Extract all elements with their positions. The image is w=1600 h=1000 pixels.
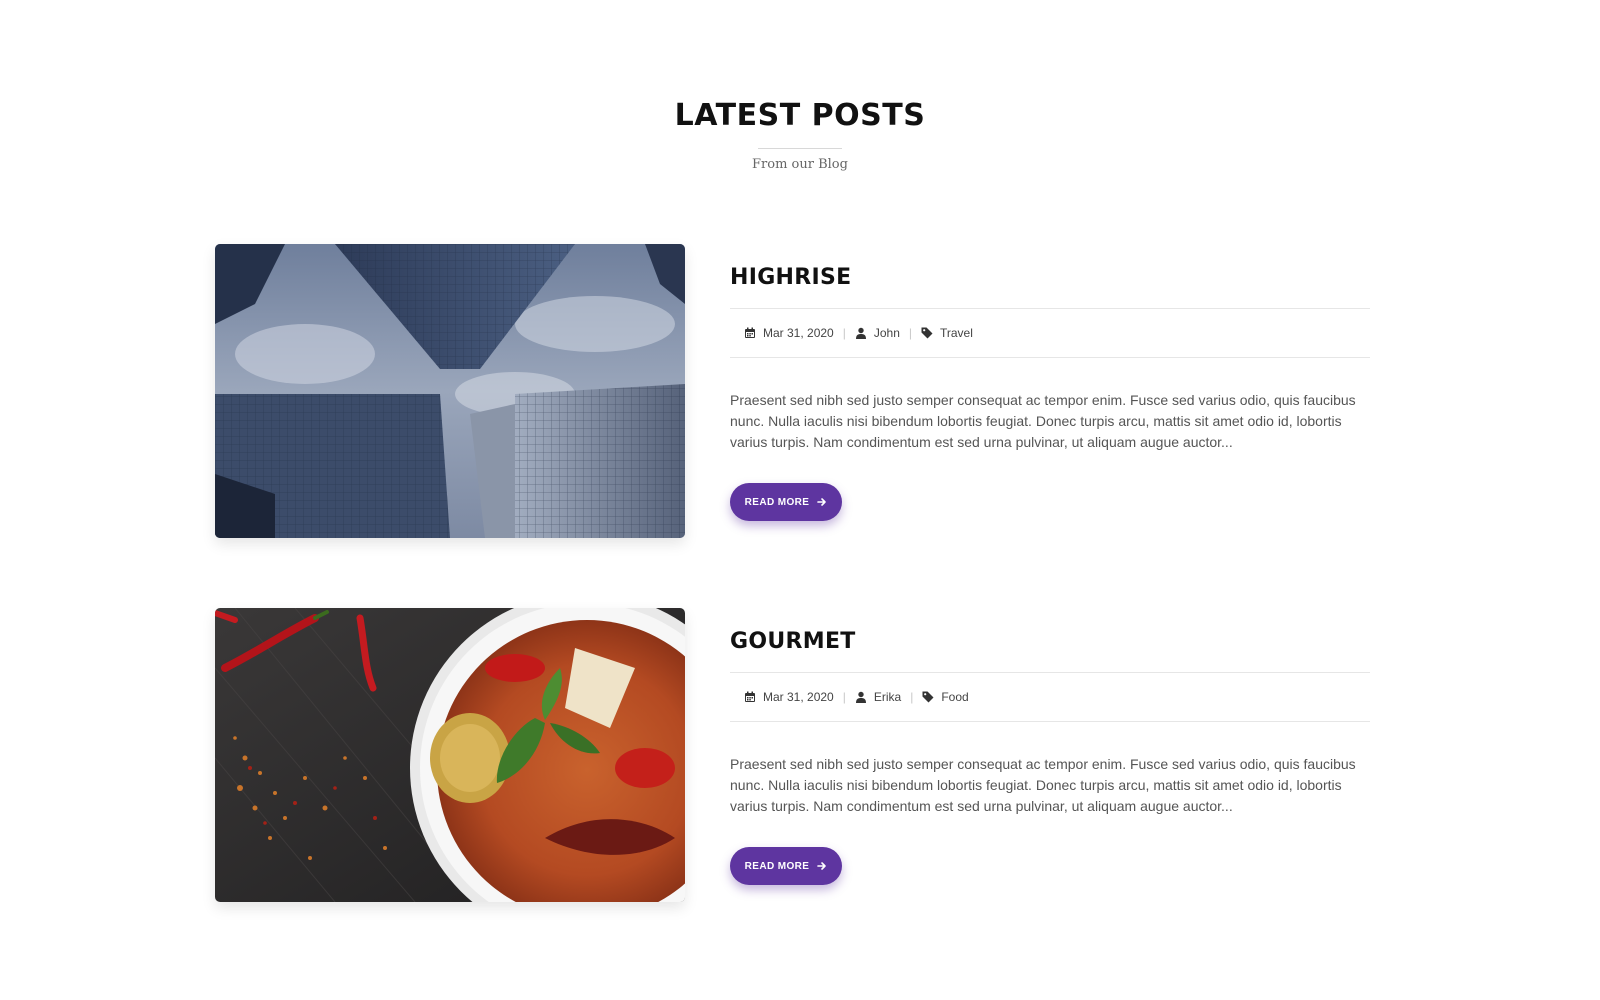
post-title[interactable]: GOURMET — [730, 628, 1370, 656]
post-category-text: Travel — [940, 326, 973, 340]
section-header: LATEST POSTS From our Blog — [0, 96, 1600, 172]
read-more-label: READ MORE — [744, 496, 810, 508]
post-excerpt: Praesent sed nibh sed justo semper conse… — [730, 392, 1356, 450]
read-more-label: READ MORE — [744, 860, 810, 872]
tag-icon — [921, 327, 933, 339]
post-body: HIGHRISE Mar 31, 2020 | John | Travel Pr… — [730, 244, 1370, 521]
read-more-button[interactable]: READ MORE — [730, 847, 842, 885]
skyscrapers-photo — [215, 244, 685, 538]
post-date-text: Mar 31, 2020 — [763, 326, 834, 340]
post-author-text: John — [873, 326, 900, 340]
user-icon — [855, 327, 867, 339]
post-author[interactable]: John — [855, 326, 900, 340]
post-date: Mar 31, 2020 — [744, 690, 834, 704]
post-category[interactable]: Travel — [921, 326, 973, 340]
post-image-gourmet[interactable] — [215, 608, 685, 902]
arrow-right-icon — [817, 497, 827, 507]
post-author-text: Erika — [873, 690, 902, 704]
post-card: GOURMET Mar 31, 2020 | Erika | Food Prae… — [215, 608, 1370, 902]
blog-section: LATEST POSTS From our Blog HIGHRISE Mar … — [0, 0, 1600, 1000]
post-date: Mar 31, 2020 — [744, 326, 834, 340]
post-excerpt: Praesent sed nibh sed justo semper conse… — [730, 756, 1356, 814]
post-category[interactable]: Food — [922, 690, 969, 704]
post-meta: Mar 31, 2020 | Erika | Food — [730, 672, 1370, 722]
meta-separator: | — [908, 326, 912, 340]
post-title[interactable]: HIGHRISE — [730, 264, 1370, 292]
meta-separator: | — [842, 690, 846, 704]
read-more-button[interactable]: READ MORE — [730, 483, 842, 521]
post-date-text: Mar 31, 2020 — [763, 690, 834, 704]
title-divider — [758, 148, 842, 149]
calendar-icon — [744, 327, 756, 339]
section-subtitle: From our Blog — [752, 157, 848, 172]
curry-bowl-photo — [215, 608, 685, 902]
post-meta: Mar 31, 2020 | John | Travel — [730, 308, 1370, 358]
post-author[interactable]: Erika — [855, 690, 901, 704]
post-category-text: Food — [941, 690, 969, 704]
post-card: HIGHRISE Mar 31, 2020 | John | Travel Pr… — [215, 244, 1370, 538]
calendar-icon — [744, 691, 756, 703]
section-title: LATEST POSTS — [674, 98, 926, 133]
post-image-highrise[interactable] — [215, 244, 685, 538]
meta-separator: | — [842, 326, 846, 340]
meta-separator: | — [910, 690, 914, 704]
tag-icon — [922, 691, 934, 703]
post-body: GOURMET Mar 31, 2020 | Erika | Food Prae… — [730, 608, 1370, 885]
user-icon — [855, 691, 867, 703]
arrow-right-icon — [817, 861, 827, 871]
